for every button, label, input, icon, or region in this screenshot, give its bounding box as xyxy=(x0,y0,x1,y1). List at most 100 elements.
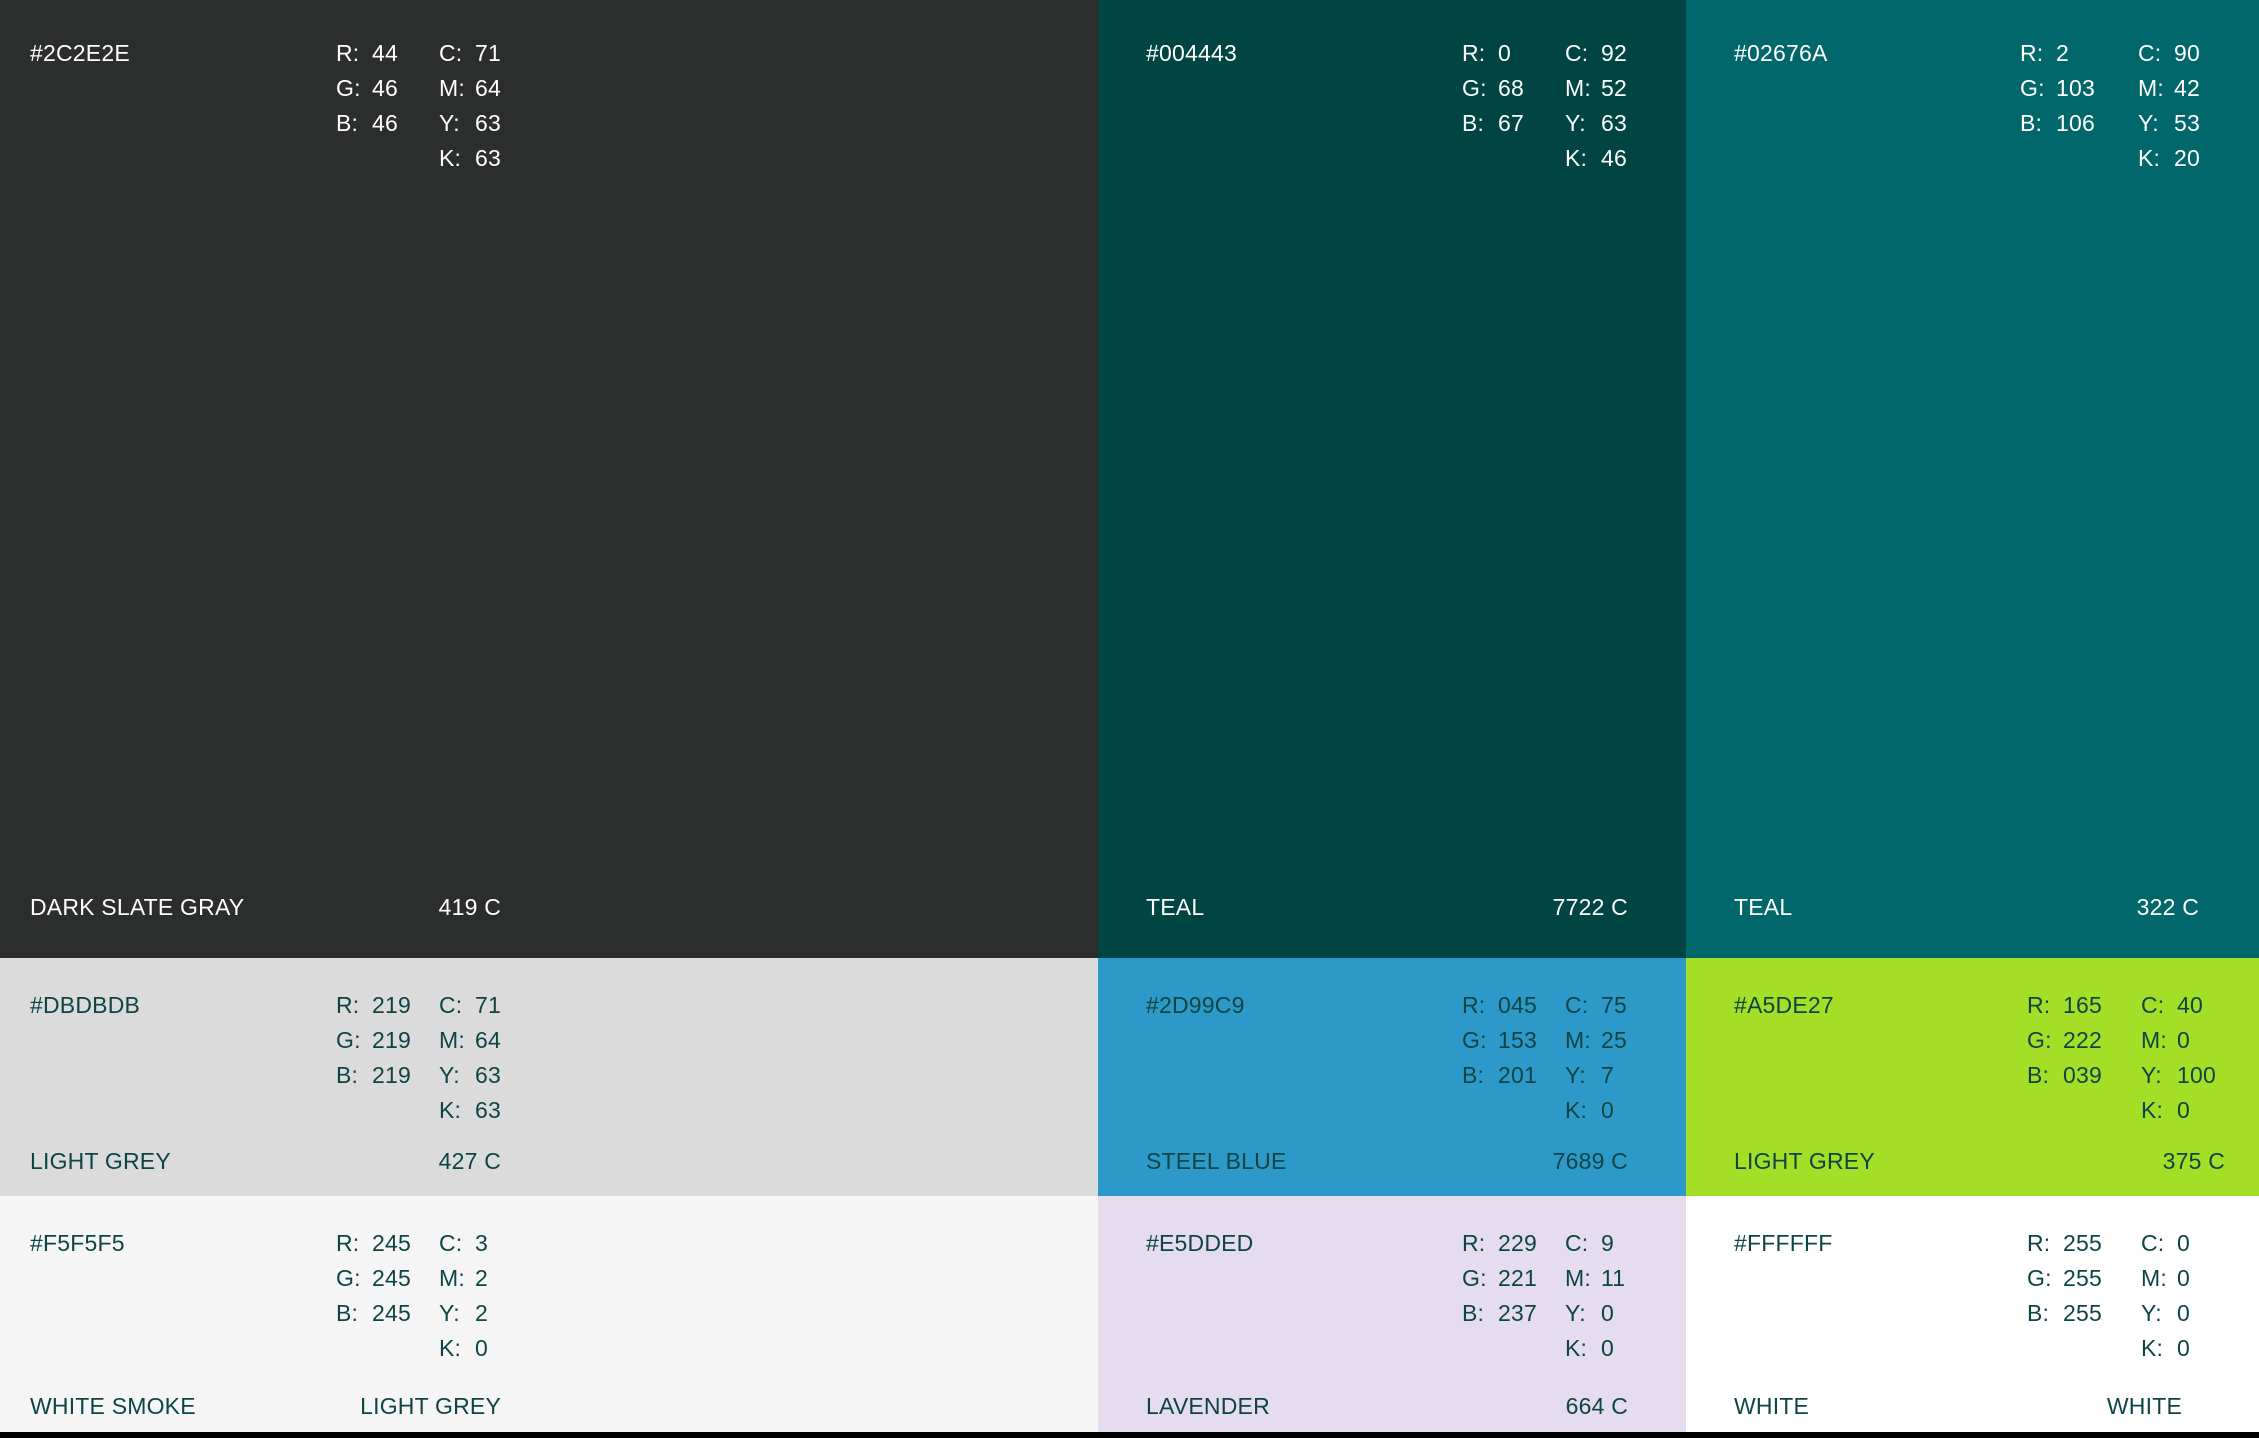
pantone-code: WHITE xyxy=(2106,1393,2182,1419)
color-swatch: #F5F5F5 R: 245 G: 245 B: 245 C: 3 M: 2 Y: 2 K: 0 WHITE … xyxy=(0,1196,1098,1432)
rgb-r-value: R: 045 xyxy=(1462,992,1537,1018)
rgb-r-value: R: 2 xyxy=(2020,40,2069,66)
pantone-code: 7689 C xyxy=(1552,1148,1628,1174)
pantone-code: LIGHT GREY xyxy=(360,1393,501,1419)
hex-code: #E5DDED xyxy=(1146,1230,1254,1256)
cmyk-c-value: C: 71 xyxy=(439,40,501,66)
hex-code: #2C2E2E xyxy=(30,40,130,66)
cmyk-k-value: K: 46 xyxy=(1565,145,1627,171)
cmyk-k-value: K: 63 xyxy=(439,145,501,171)
cmyk-y-value: Y: 0 xyxy=(1565,1300,1614,1326)
cmyk-k-value: K: 0 xyxy=(439,1335,488,1361)
hex-code: #02676A xyxy=(1734,40,1828,66)
color-swatch: #E5DDED R: 229 G: 221 B: 237 C: 9 M: 11 Y: 0 K: 0 LAVEN… xyxy=(1098,1196,1686,1432)
cmyk-y-value: Y: 63 xyxy=(439,110,501,136)
cmyk-c-value: C: 90 xyxy=(2138,40,2200,66)
rgb-r-value: R: 0 xyxy=(1462,40,1511,66)
color-swatch: #2C2E2E R: 44 G: 46 B: 46 C: 71 M: 64 Y: 63 K: 63 DARK … xyxy=(0,0,1098,958)
cmyk-y-value: Y: 53 xyxy=(2138,110,2200,136)
rgb-g-value: G: 222 xyxy=(2027,1027,2102,1053)
rgb-b-value: B: 201 xyxy=(1462,1062,1537,1088)
cmyk-c-value: C: 71 xyxy=(439,992,501,1018)
cmyk-c-value: C: 92 xyxy=(1565,40,1627,66)
color-name: WHITE SMOKE xyxy=(30,1393,196,1419)
cmyk-y-value: Y: 100 xyxy=(2141,1062,2216,1088)
rgb-r-value: R: 219 xyxy=(336,992,411,1018)
rgb-r-value: R: 165 xyxy=(2027,992,2102,1018)
rgb-b-value: B: 255 xyxy=(2027,1300,2102,1326)
pantone-code: 427 C xyxy=(438,1148,501,1174)
cmyk-c-value: C: 9 xyxy=(1565,1230,1614,1256)
cmyk-k-value: K: 20 xyxy=(2138,145,2200,171)
pantone-code: 419 C xyxy=(438,894,501,920)
cmyk-m-value: M: 25 xyxy=(1565,1027,1627,1053)
cmyk-y-value: Y: 2 xyxy=(439,1300,488,1326)
cmyk-m-value: M: 64 xyxy=(439,75,501,101)
pantone-code: 664 C xyxy=(1565,1393,1628,1419)
cmyk-y-value: Y: 7 xyxy=(1565,1062,1614,1088)
cmyk-c-value: C: 40 xyxy=(2141,992,2203,1018)
color-name: STEEL BLUE xyxy=(1146,1148,1287,1174)
rgb-g-value: G: 255 xyxy=(2027,1265,2102,1291)
rgb-g-value: G: 68 xyxy=(1462,75,1524,101)
color-name: WHITE xyxy=(1734,1393,1810,1419)
cmyk-y-value: Y: 63 xyxy=(1565,110,1627,136)
cmyk-m-value: M: 11 xyxy=(1565,1265,1626,1291)
cmyk-m-value: M: 42 xyxy=(2138,75,2200,101)
hex-code: #F5F5F5 xyxy=(30,1230,125,1256)
color-swatch: #2D99C9 R: 045 G: 153 B: 201 C: 75 M: 25 Y: 7 K: 0 STEE… xyxy=(1098,958,1686,1196)
rgb-r-value: R: 44 xyxy=(336,40,398,66)
cmyk-m-value: M: 0 xyxy=(2141,1265,2190,1291)
rgb-g-value: G: 245 xyxy=(336,1265,411,1291)
rgb-g-value: G: 153 xyxy=(1462,1027,1537,1053)
cmyk-k-value: K: 63 xyxy=(439,1097,501,1123)
rgb-b-value: B: 237 xyxy=(1462,1300,1537,1326)
cmyk-k-value: K: 0 xyxy=(2141,1097,2190,1123)
color-palette: #2C2E2E R: 44 G: 46 B: 46 C: 71 M: 64 Y: 63 K: 63 DARK … xyxy=(0,0,2259,1438)
rgb-b-value: B: 245 xyxy=(336,1300,411,1326)
rgb-b-value: B: 67 xyxy=(1462,110,1524,136)
cmyk-y-value: Y: 0 xyxy=(2141,1300,2190,1326)
rgb-g-value: G: 221 xyxy=(1462,1265,1537,1291)
hex-code: #DBDBDB xyxy=(30,992,141,1018)
pantone-code: 7722 C xyxy=(1552,894,1628,920)
cmyk-m-value: M: 64 xyxy=(439,1027,501,1053)
color-swatch: #A5DE27 R: 165 G: 222 B: 039 C: 40 M: 0 Y: 100 K: 0 LIG… xyxy=(1686,958,2259,1196)
cmyk-k-value: K: 0 xyxy=(2141,1335,2190,1361)
hex-code: #A5DE27 xyxy=(1734,992,1834,1018)
cmyk-c-value: C: 0 xyxy=(2141,1230,2190,1256)
rgb-r-value: R: 255 xyxy=(2027,1230,2102,1256)
color-name: LIGHT GREY xyxy=(1734,1148,1875,1174)
cmyk-m-value: M: 0 xyxy=(2141,1027,2190,1053)
cmyk-m-value: M: 52 xyxy=(1565,75,1627,101)
cmyk-k-value: K: 0 xyxy=(1565,1097,1614,1123)
cmyk-y-value: Y: 63 xyxy=(439,1062,501,1088)
pantone-code: 322 C xyxy=(2136,894,2199,920)
color-name: LIGHT GREY xyxy=(30,1148,171,1174)
rgb-g-value: G: 219 xyxy=(336,1027,411,1053)
pantone-code: 375 C xyxy=(2162,1148,2225,1174)
rgb-r-value: R: 229 xyxy=(1462,1230,1537,1256)
color-swatch: #DBDBDB R: 219 G: 219 B: 219 C: 71 M: 64 Y: 63 K: 63 LI… xyxy=(0,958,1098,1196)
rgb-g-value: G: 103 xyxy=(2020,75,2095,101)
color-swatch: #02676A R: 2 G: 103 B: 106 C: 90 M: 42 Y: 53 K: 20 TEAL… xyxy=(1686,0,2259,958)
cmyk-m-value: M: 2 xyxy=(439,1265,488,1291)
rgb-b-value: B: 219 xyxy=(336,1062,411,1088)
hex-code: #FFFFFF xyxy=(1734,1230,1833,1256)
hex-code: #2D99C9 xyxy=(1146,992,1245,1018)
cmyk-k-value: K: 0 xyxy=(1565,1335,1614,1361)
color-swatch: #FFFFFF R: 255 G: 255 B: 255 C: 0 M: 0 Y: 0 K: 0 WHITE W… xyxy=(1686,1196,2259,1432)
cmyk-c-value: C: 3 xyxy=(439,1230,488,1256)
color-name: TEAL xyxy=(1146,894,1205,920)
color-name: DARK SLATE GRAY xyxy=(30,894,245,920)
rgb-b-value: B: 106 xyxy=(2020,110,2095,136)
cmyk-c-value: C: 75 xyxy=(1565,992,1627,1018)
color-name: LAVENDER xyxy=(1146,1393,1270,1419)
hex-code: #004443 xyxy=(1146,40,1237,66)
rgb-r-value: R: 245 xyxy=(336,1230,411,1256)
rgb-b-value: B: 46 xyxy=(336,110,398,136)
color-swatch: #004443 R: 0 G: 68 B: 67 C: 92 M: 52 Y: 63 K: 46 TEAL 77… xyxy=(1098,0,1686,958)
color-name: TEAL xyxy=(1734,894,1793,920)
rgb-g-value: G: 46 xyxy=(336,75,398,101)
rgb-b-value: B: 039 xyxy=(2027,1062,2102,1088)
